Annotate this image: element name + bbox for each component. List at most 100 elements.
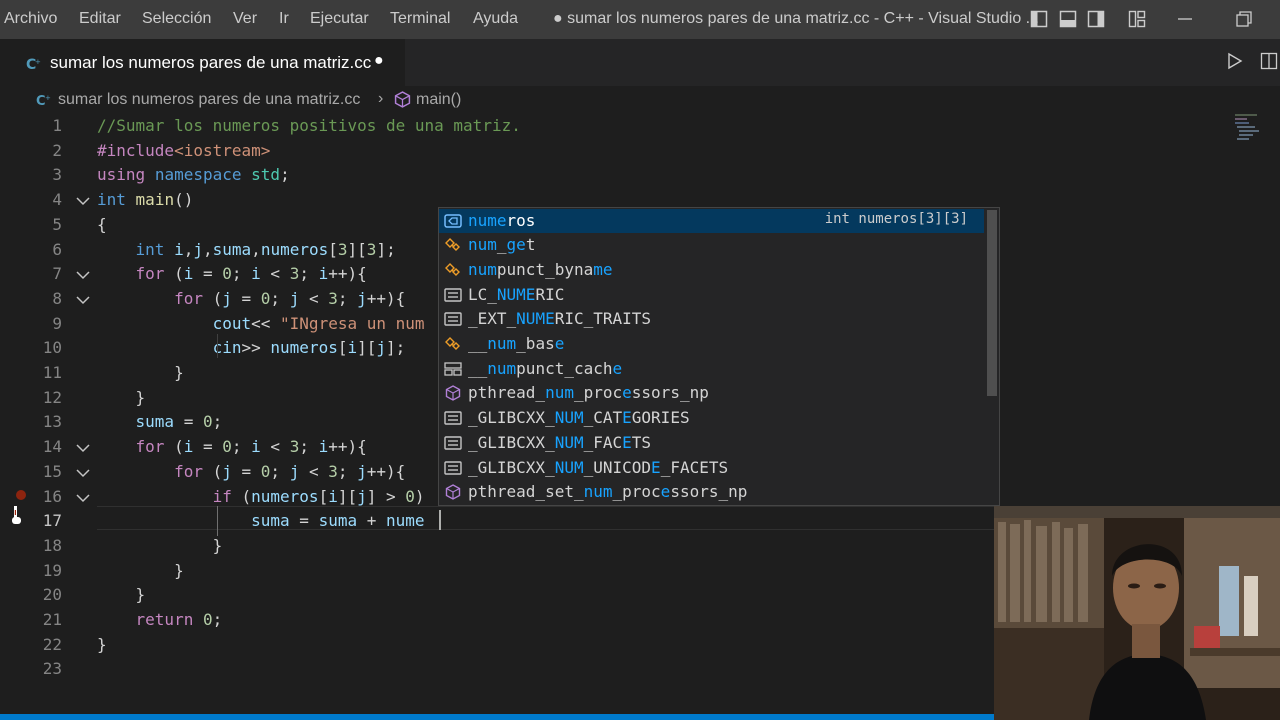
toggle-panel-icon[interactable]	[1059, 10, 1077, 28]
code-line[interactable]: #include<iostream>	[97, 139, 270, 164]
cpp-file-icon: C +	[36, 94, 51, 108]
class-icon	[445, 262, 460, 276]
window-title: ● sumar los numeros pares de una matriz.…	[553, 10, 1040, 27]
code-line[interactable]: for (j = 0; j < 3; j++){	[97, 460, 405, 485]
suggest-label-part: __	[468, 358, 488, 378]
status-bar	[0, 714, 994, 720]
code-line[interactable]: cin>> numeros[i][j];	[97, 336, 406, 361]
unsaved-dot-icon[interactable]: ●	[374, 52, 384, 70]
code-line[interactable]: }	[97, 633, 107, 658]
line-number: 18	[42, 535, 62, 555]
suggest-label-part: num	[468, 235, 497, 255]
breakpoint-dot[interactable]	[16, 490, 26, 500]
suggest-item[interactable]: __numpunct_cache	[439, 357, 984, 382]
code-line[interactable]: {	[97, 213, 107, 238]
breadcrumb-file[interactable]: sumar los numeros pares de una matriz.cc	[58, 91, 360, 109]
suggest-item-label: numpunct_byname	[468, 260, 613, 279]
suggest-item[interactable]: pthread_num_processors_np	[439, 381, 984, 406]
suggest-label-part: _EXT_	[468, 309, 517, 329]
code-line[interactable]: }	[97, 534, 223, 559]
split-editor-icon[interactable]	[1260, 52, 1278, 70]
code-line[interactable]: int i,j,suma,numeros[3][3];	[97, 238, 396, 263]
code-line[interactable]: int main()	[97, 188, 193, 213]
suggest-label-part: NUM	[554, 432, 584, 452]
suggest-item[interactable]: numeros int numeros[3][3]	[439, 208, 984, 234]
code-token: 3	[289, 264, 300, 284]
suggest-item[interactable]: pthread_set_num_processors_np	[439, 480, 984, 505]
menu-archivo[interactable]: Archivo	[4, 10, 57, 28]
code-token: int	[135, 239, 165, 259]
suggest-label-part: e	[660, 482, 671, 502]
code-line[interactable]: cout<< "INgresa un num	[97, 312, 425, 337]
code-line[interactable]: }	[97, 583, 146, 608]
suggest-scrollbar[interactable]	[987, 210, 997, 396]
run-icon[interactable]	[1225, 52, 1243, 70]
customize-layout-icon[interactable]	[1128, 10, 1146, 28]
suggest-item[interactable]: num_get	[439, 233, 984, 258]
fold-chevron-icon[interactable]	[76, 270, 90, 280]
suggest-label-part: num	[487, 334, 517, 353]
code-line[interactable]: return 0;	[97, 608, 223, 633]
minimap[interactable]	[1233, 112, 1265, 146]
code-line[interactable]: }	[97, 559, 184, 584]
fold-chevron-icon[interactable]	[76, 196, 90, 206]
code-line[interactable]: }	[97, 361, 184, 386]
menu-ver[interactable]: Ver	[233, 10, 257, 28]
suggest-item[interactable]: _GLIBCXX_NUM_FACETS	[439, 431, 984, 456]
line-number: 2	[52, 140, 62, 160]
suggest-label-part: pthread_	[468, 383, 546, 403]
code-line[interactable]: for (i = 0; i < 3; i++){	[97, 262, 367, 287]
toggle-secondary-sidebar-icon[interactable]	[1087, 10, 1105, 28]
suggest-label-part: _proc	[573, 383, 623, 403]
suggest-label-part: _GLIBCXX_	[468, 432, 555, 452]
code-token: ;	[299, 264, 319, 284]
menu-ejecutar[interactable]: Ejecutar	[310, 10, 369, 28]
code-line[interactable]: //Sumar los numeros positivos de una mat…	[97, 114, 521, 139]
code-line[interactable]: }	[97, 386, 146, 411]
suggest-item[interactable]: _EXT_NUMERIC_TRAITS	[439, 307, 984, 332]
suggest-label-part: _GLIBCXX_	[468, 408, 555, 428]
menu-terminal[interactable]: Terminal	[390, 10, 450, 28]
code-token: if	[212, 486, 232, 506]
code-line[interactable]: using namespace std;	[97, 163, 290, 188]
autocomplete-suggest-widget[interactable]: numeros int numeros[3][3] num_get numpunct_…	[438, 207, 1000, 506]
suggest-item[interactable]: _GLIBCXX_NUM_CATEGORIES	[439, 406, 984, 431]
code-line[interactable]: for (i = 0; i < 3; i++){	[97, 435, 367, 460]
tab-label: sumar los numeros pares de una matriz.cc	[50, 53, 372, 72]
suggest-item-label: numeros	[468, 211, 535, 230]
suggest-label-part: e	[622, 383, 632, 403]
fold-chevron-icon[interactable]	[76, 468, 90, 478]
code-line[interactable]: suma = suma + nume	[97, 509, 424, 534]
restore-icon[interactable]	[1235, 10, 1253, 28]
fold-chevron-icon[interactable]	[76, 443, 90, 453]
code-line[interactable]: for (j = 0; j < 3; j++){	[97, 287, 405, 312]
menu-ir[interactable]: Ir	[279, 10, 289, 28]
code-token: j	[289, 288, 300, 308]
constant-icon	[444, 411, 462, 425]
toggle-sidebar-icon[interactable]	[1030, 10, 1048, 28]
menu-seleccion[interactable]: Selección	[142, 10, 211, 28]
minimize-icon[interactable]	[1176, 10, 1194, 28]
line-number: 13	[42, 412, 62, 432]
fold-chevron-icon[interactable]	[76, 493, 90, 503]
code-token: (	[202, 288, 223, 308]
class-icon	[445, 337, 460, 350]
suggest-item[interactable]: _GLIBCXX_NUM_UNICODE_FACETS	[439, 456, 984, 481]
fold-chevron-icon[interactable]	[76, 295, 90, 305]
suggest-item[interactable]: numpunct_byname	[439, 258, 984, 283]
line-number: 12	[42, 387, 62, 407]
constant-icon	[444, 287, 462, 302]
suggest-item-label: _GLIBCXX_NUM_CATEGORIES	[468, 408, 690, 427]
menu-editar[interactable]: Editar	[79, 10, 121, 28]
code-line[interactable]: suma = 0;	[97, 410, 223, 435]
cpp-file-icon: C +	[26, 57, 41, 72]
suggest-item[interactable]: LC_NUMERIC	[439, 283, 984, 308]
breadcrumb-symbol[interactable]: main()	[416, 91, 461, 109]
code-token: i	[183, 437, 194, 457]
suggest-item[interactable]: __num_base	[439, 332, 984, 357]
code-line[interactable]: if (numeros[i][j] > 0)	[97, 485, 425, 510]
menu-ayuda[interactable]: Ayuda	[473, 10, 518, 28]
suggest-label-part: punct_byna	[496, 259, 594, 279]
